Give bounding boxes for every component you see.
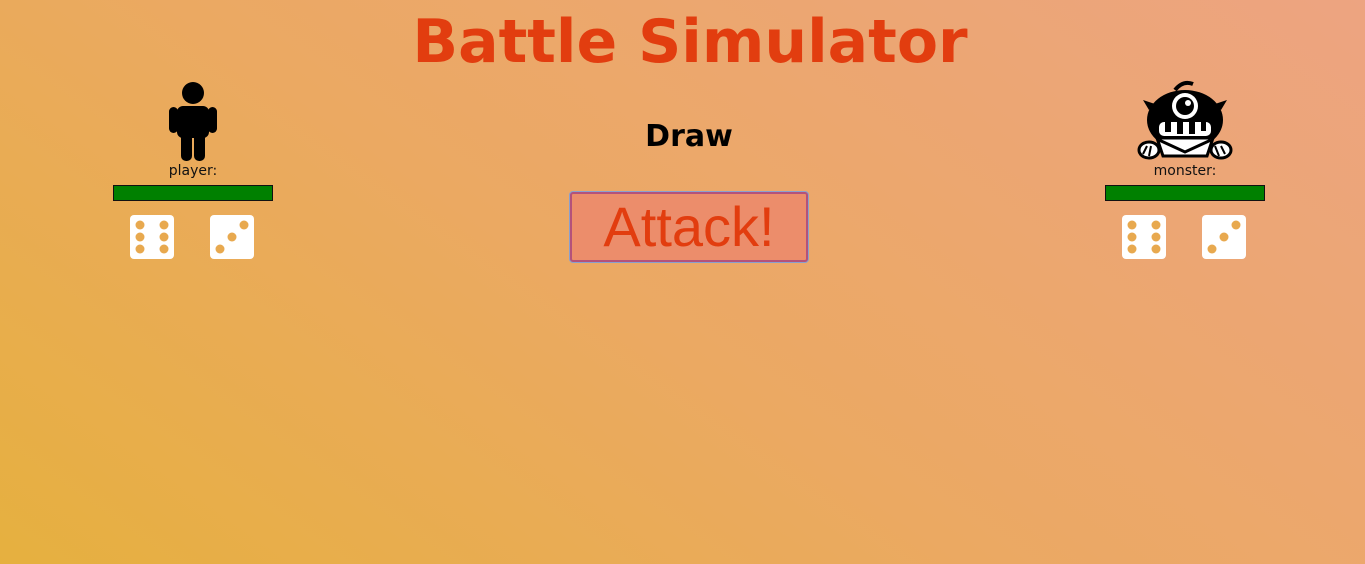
player-label: player: [168, 163, 218, 179]
person-icon [169, 82, 217, 161]
monster-icon [1137, 80, 1233, 160]
die-six-icon [130, 215, 174, 259]
die-six-icon [1122, 215, 1166, 259]
monster-dice [1105, 215, 1265, 261]
battle-status: Draw [645, 119, 733, 154]
page-title: Battle Simulator [412, 7, 968, 77]
die-three-icon [210, 215, 254, 259]
player-dice [113, 215, 273, 261]
player-health-bar [113, 185, 273, 201]
player-panel: player: [113, 80, 273, 261]
monster-panel: monster: [1105, 80, 1265, 261]
attack-button[interactable]: Attack! [570, 192, 808, 262]
monster-health-bar [1105, 185, 1265, 201]
player-health-fill [114, 186, 272, 200]
die-three-icon [1202, 215, 1246, 259]
monster-label: monster: [1153, 163, 1217, 179]
monster-health-fill [1106, 186, 1264, 200]
